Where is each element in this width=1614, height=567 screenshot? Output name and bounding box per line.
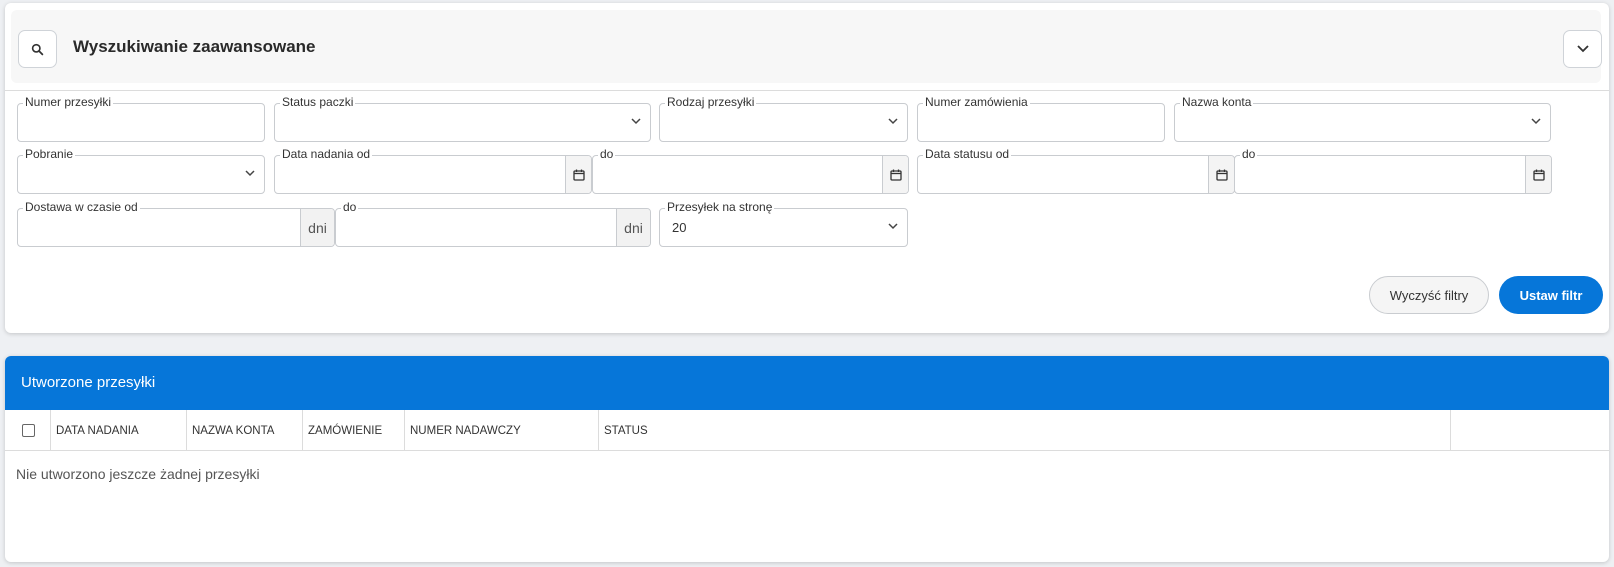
account-name-label: Nazwa konta — [1180, 95, 1254, 110]
search-icon — [31, 43, 44, 55]
chevron-down-icon — [1531, 118, 1541, 125]
order-number-input[interactable]: Numer zamówienia — [917, 95, 1165, 142]
chevron-down-icon — [631, 118, 641, 125]
shipment-number-label: Numer przesyłki — [23, 95, 114, 110]
status-date-from-label: Data statusu od — [923, 147, 1012, 162]
status-date-to-label: do — [1240, 147, 1258, 162]
advanced-search-panel: Wyszukiwanie zaawansowane Numer przesyłk… — [5, 3, 1609, 333]
calendar-button[interactable] — [1525, 156, 1551, 193]
delivery-time-from-label: Dostawa w czasie od — [23, 200, 140, 215]
advanced-search-title: Wyszukiwanie zaawansowane — [73, 37, 316, 56]
shipments-panel: Utworzone przesyłki DATA NADANIA NAZWA K… — [5, 356, 1609, 562]
order-number-label: Numer zamówienia — [923, 95, 1030, 110]
account-name-select[interactable]: Nazwa konta — [1174, 95, 1551, 142]
package-status-label: Status paczki — [280, 95, 356, 110]
cod-select[interactable]: Pobranie — [17, 147, 265, 194]
empty-table-message: Nie utworzono jeszcze żadnej przesyłki — [16, 466, 260, 482]
delivery-time-from-input[interactable]: Dostawa w czasie od dni — [17, 200, 335, 247]
calendar-icon — [1215, 169, 1228, 181]
column-status[interactable]: STATUS — [599, 410, 1451, 451]
column-order[interactable]: ZAMÓWIENIE — [303, 410, 405, 451]
send-date-from-input[interactable]: Data nadania od — [274, 147, 592, 194]
per-page-value: 20 — [672, 220, 687, 235]
days-unit: dni — [300, 209, 334, 246]
days-unit: dni — [616, 209, 650, 246]
collapse-button[interactable] — [1563, 30, 1602, 68]
select-all-checkbox[interactable] — [22, 424, 35, 437]
send-date-to-input[interactable]: do — [592, 147, 909, 194]
shipments-title: Utworzone przesyłki — [21, 374, 156, 391]
chevron-down-icon — [888, 118, 898, 125]
delivery-time-to-input[interactable]: do dni — [335, 200, 651, 247]
per-page-label: Przesyłek na stronę — [665, 200, 775, 215]
send-date-to-label: do — [598, 147, 616, 162]
shipments-header: Utworzone przesyłki — [5, 356, 1609, 410]
calendar-button[interactable] — [565, 156, 591, 193]
advanced-search-header[interactable]: Wyszukiwanie zaawansowane — [11, 10, 1602, 83]
status-date-from-input[interactable]: Data statusu od — [917, 147, 1235, 194]
package-status-select[interactable]: Status paczki — [274, 95, 651, 142]
table-header: DATA NADANIA NAZWA KONTA ZAMÓWIENIE NUME… — [5, 410, 1609, 451]
chevron-down-icon — [1576, 45, 1589, 53]
chevron-down-icon — [888, 223, 898, 230]
apply-filter-button[interactable]: Ustaw filtr — [1499, 276, 1603, 314]
per-page-select[interactable]: Przesyłek na stronę 20 — [659, 200, 908, 247]
calendar-icon — [889, 169, 902, 181]
column-send-date[interactable]: DATA NADANIA — [51, 410, 187, 451]
select-all-cell — [5, 410, 51, 451]
delivery-time-to-label: do — [341, 200, 359, 215]
column-tracking-number[interactable]: NUMER NADAWCZY — [405, 410, 599, 451]
calendar-icon — [572, 169, 585, 181]
shipment-type-label: Rodzaj przesyłki — [665, 95, 757, 110]
status-date-to-input[interactable]: do — [1234, 147, 1552, 194]
header-divider — [5, 90, 1609, 91]
search-toggle-button[interactable] — [18, 30, 57, 68]
column-actions — [1451, 410, 1609, 451]
column-account-name[interactable]: NAZWA KONTA — [187, 410, 303, 451]
shipment-number-input[interactable]: Numer przesyłki — [17, 95, 265, 142]
chevron-down-icon — [245, 170, 255, 177]
shipment-type-select[interactable]: Rodzaj przesyłki — [659, 95, 908, 142]
send-date-from-label: Data nadania od — [280, 147, 373, 162]
clear-filters-button[interactable]: Wyczyść filtry — [1369, 276, 1489, 314]
calendar-button[interactable] — [1208, 156, 1234, 193]
calendar-button[interactable] — [882, 156, 908, 193]
cod-label: Pobranie — [23, 147, 76, 162]
calendar-icon — [1532, 169, 1545, 181]
